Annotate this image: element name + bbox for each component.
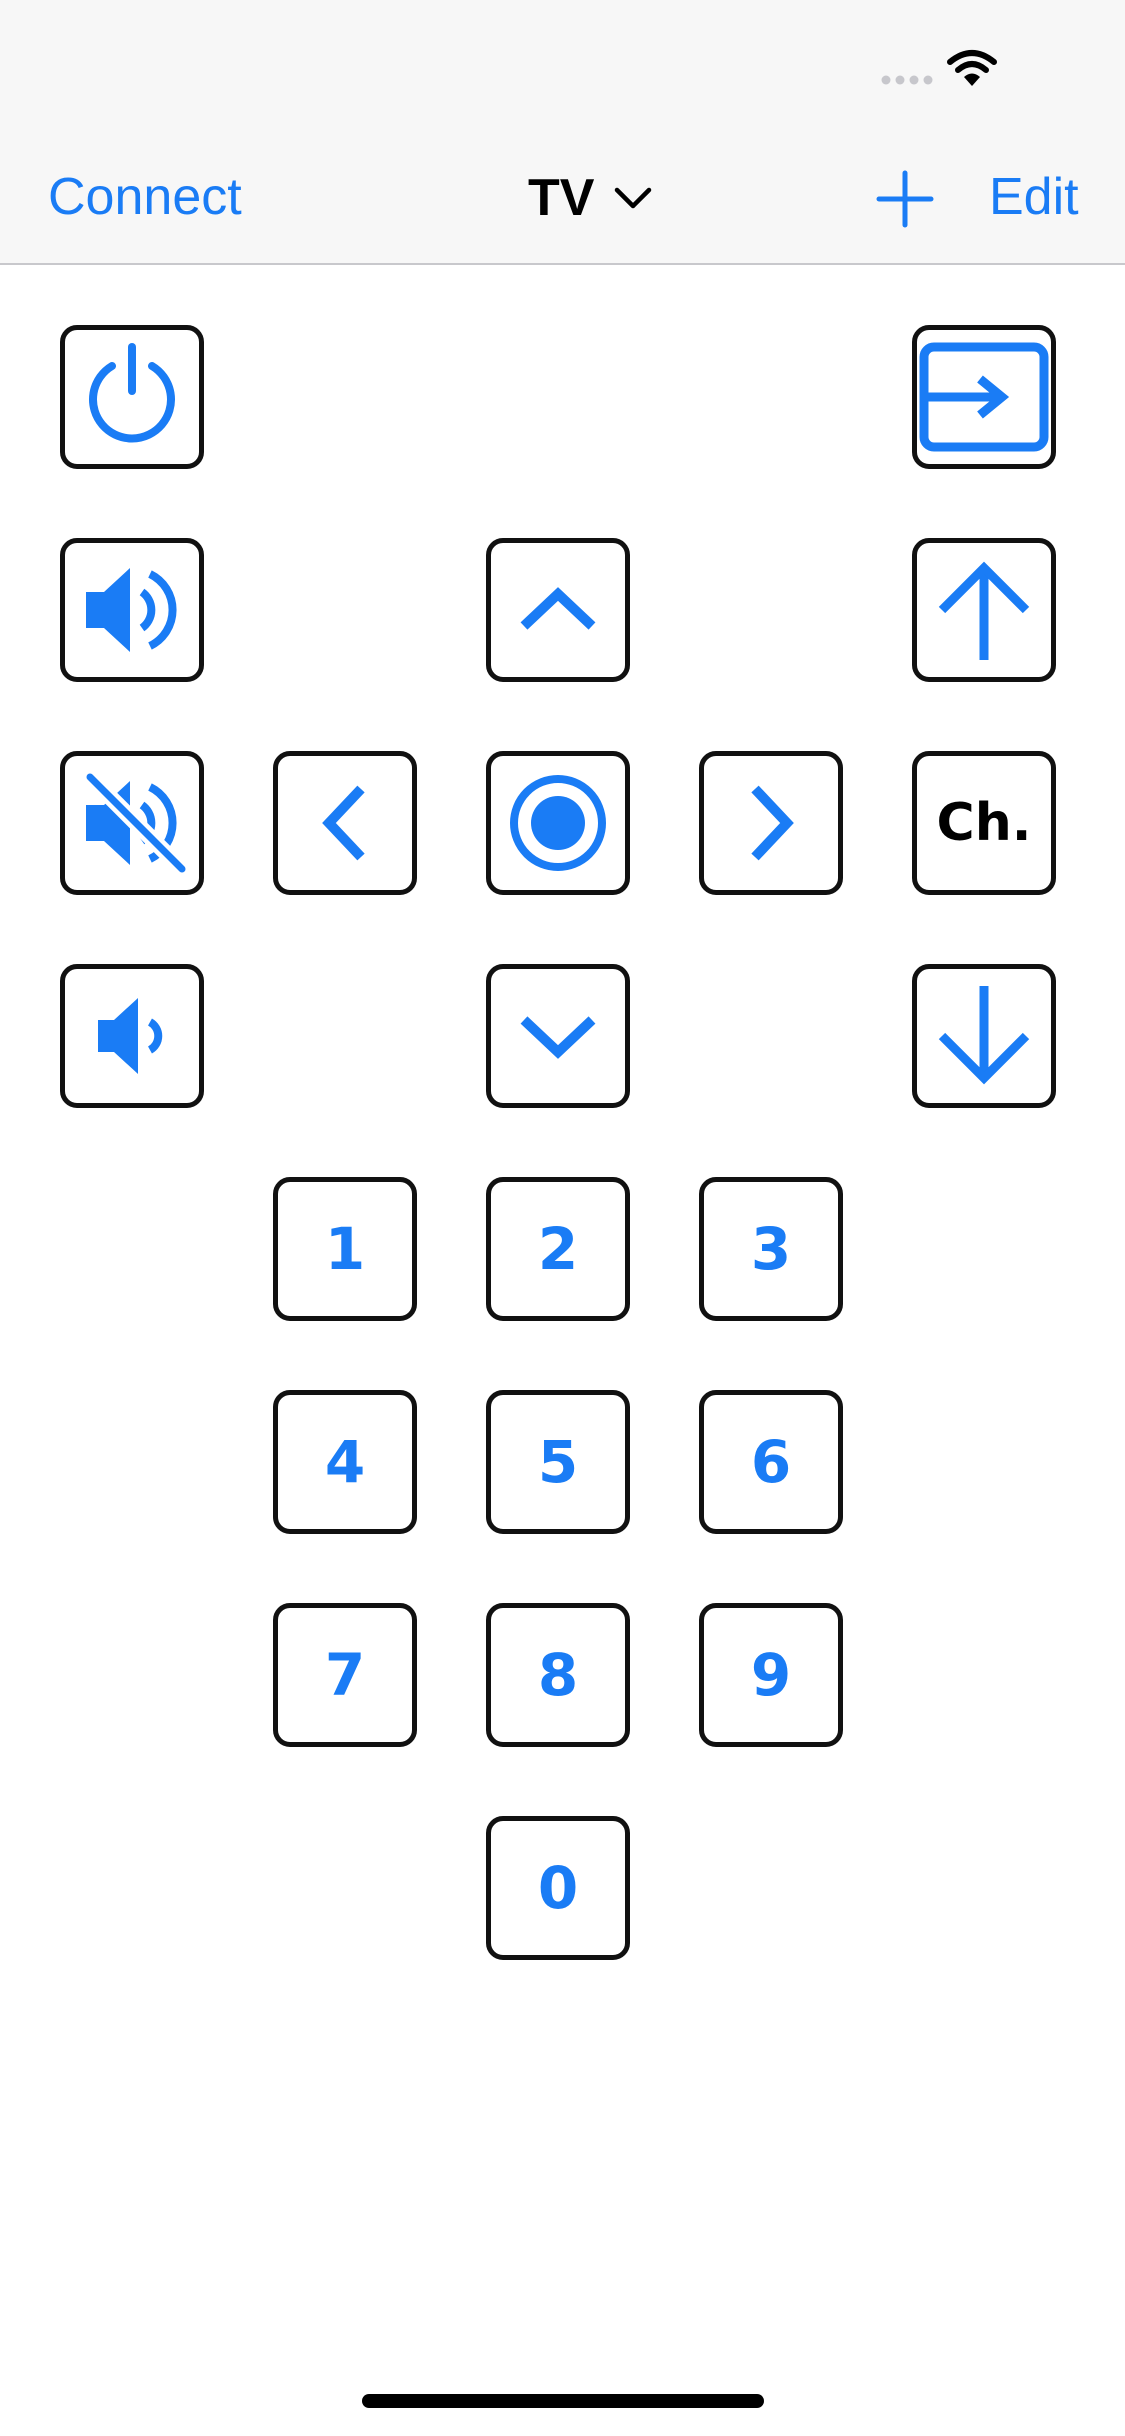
input-button[interactable] bbox=[912, 325, 1056, 469]
digit-label: 2 bbox=[537, 1215, 579, 1283]
digit-6-button[interactable]: 6 bbox=[699, 1390, 843, 1534]
status-bar bbox=[0, 0, 1125, 132]
volume-up-button[interactable] bbox=[60, 538, 204, 682]
digit-4-button[interactable]: 4 bbox=[273, 1390, 417, 1534]
device-title: TV bbox=[528, 168, 595, 227]
digit-0-button[interactable]: 0 bbox=[486, 1816, 630, 1960]
digit-label: 4 bbox=[324, 1428, 366, 1496]
digit-2-button[interactable]: 2 bbox=[486, 1177, 630, 1321]
home-indicator[interactable] bbox=[362, 2394, 764, 2408]
volume-down-button[interactable] bbox=[60, 964, 204, 1108]
speaker-loud-icon bbox=[86, 568, 177, 652]
arrow-up-icon bbox=[938, 561, 1030, 660]
digit-label: 9 bbox=[750, 1641, 792, 1709]
nav-right-button[interactable] bbox=[699, 751, 843, 895]
channel-label: Ch. bbox=[936, 793, 1032, 853]
channel-up-button[interactable] bbox=[912, 538, 1056, 682]
arrow-down-icon bbox=[938, 986, 1030, 1085]
cellular-signal-icon bbox=[881, 75, 933, 85]
power-icon bbox=[89, 343, 175, 443]
channel-button[interactable]: Ch. bbox=[912, 751, 1056, 895]
nav-up-button[interactable] bbox=[486, 538, 630, 682]
digit-9-button[interactable]: 9 bbox=[699, 1603, 843, 1747]
input-source-icon bbox=[919, 342, 1049, 452]
digit-label: 0 bbox=[537, 1854, 579, 1922]
chevron-up-icon bbox=[520, 587, 596, 630]
add-button[interactable] bbox=[876, 170, 934, 228]
digit-7-button[interactable]: 7 bbox=[273, 1603, 417, 1747]
speaker-quiet-icon bbox=[98, 998, 163, 1074]
top-bar: Connect TV Edit bbox=[0, 0, 1125, 265]
chevron-down-icon bbox=[615, 187, 652, 209]
digit-label: 8 bbox=[537, 1641, 579, 1709]
digit-label: 7 bbox=[324, 1641, 366, 1709]
nav-down-button[interactable] bbox=[486, 964, 630, 1108]
wifi-icon bbox=[947, 50, 997, 86]
digit-label: 3 bbox=[750, 1215, 792, 1283]
digit-label: 6 bbox=[750, 1428, 792, 1496]
connect-button[interactable]: Connect bbox=[48, 165, 242, 230]
digit-label: 5 bbox=[537, 1428, 579, 1496]
digit-label: 1 bbox=[324, 1215, 366, 1283]
ok-circle-icon bbox=[510, 775, 606, 871]
navigation-bar: Connect TV Edit bbox=[0, 140, 1125, 260]
digit-3-button[interactable]: 3 bbox=[699, 1177, 843, 1321]
speaker-mute-icon bbox=[84, 771, 188, 875]
mute-button[interactable] bbox=[60, 751, 204, 895]
remote-screen: Connect TV Edit Ch. 1 2 3 4 5 6 7 8 9 0 bbox=[0, 0, 1125, 2436]
device-selector[interactable]: TV bbox=[528, 165, 652, 231]
digit-5-button[interactable]: 5 bbox=[486, 1390, 630, 1534]
edit-button[interactable]: Edit bbox=[989, 165, 1079, 230]
power-button[interactable] bbox=[60, 325, 204, 469]
chevron-down-icon bbox=[520, 1016, 596, 1059]
digit-8-button[interactable]: 8 bbox=[486, 1603, 630, 1747]
channel-down-button[interactable] bbox=[912, 964, 1056, 1108]
ok-button[interactable] bbox=[486, 751, 630, 895]
chevron-right-icon bbox=[751, 785, 794, 861]
nav-left-button[interactable] bbox=[273, 751, 417, 895]
plus-icon bbox=[876, 170, 934, 228]
digit-1-button[interactable]: 1 bbox=[273, 1177, 417, 1321]
chevron-left-icon bbox=[322, 785, 365, 861]
